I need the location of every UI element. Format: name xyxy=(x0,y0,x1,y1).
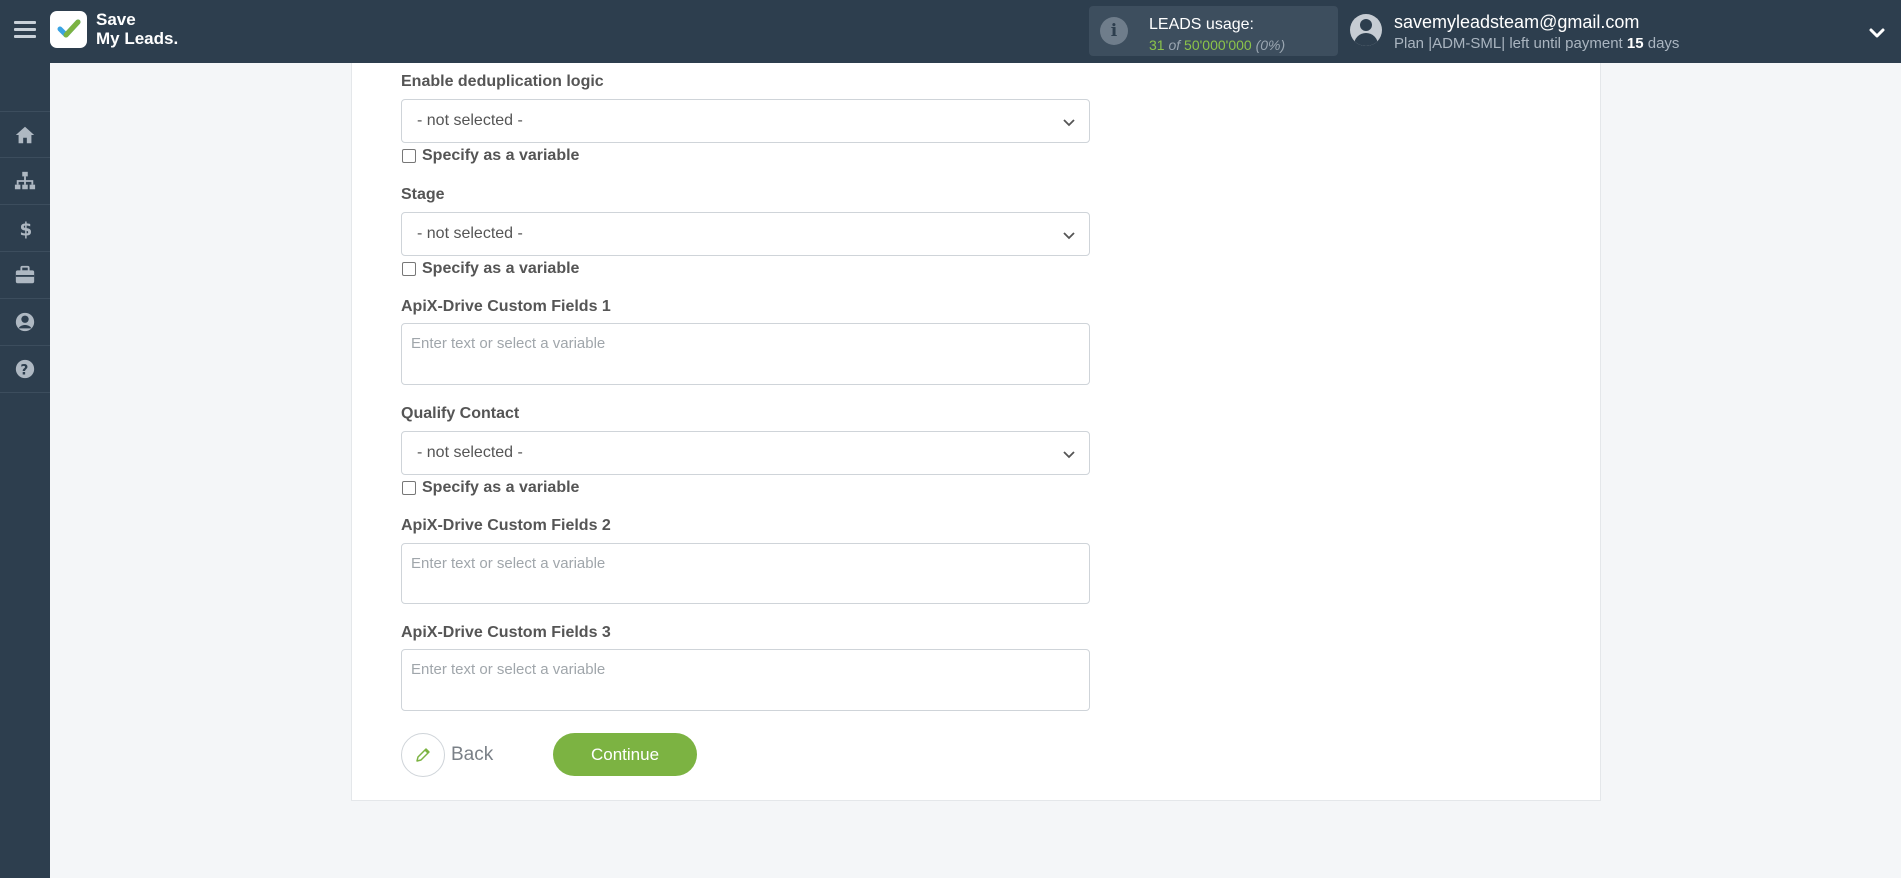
dedup-select-value: - not selected - xyxy=(417,112,523,129)
user-circle-icon xyxy=(15,312,35,332)
svg-text:$: $ xyxy=(20,219,33,239)
dedup-variable-checkbox[interactable]: Specify as a variable xyxy=(402,147,579,165)
briefcase-icon xyxy=(15,265,35,284)
custom-fields-1-placeholder: Enter text or select a variable xyxy=(411,335,606,352)
chevron-down-icon xyxy=(1063,119,1075,127)
checkbox-label: Specify as a variable xyxy=(422,147,580,164)
logo-check-icon xyxy=(50,10,87,48)
svg-text:?: ? xyxy=(20,363,28,379)
info-icon: i xyxy=(1100,17,1128,45)
chevron-down-icon xyxy=(1063,232,1075,240)
stage-label: Stage xyxy=(401,186,445,203)
continue-button[interactable]: Continue xyxy=(553,733,697,776)
custom-fields-2-placeholder: Enter text or select a variable xyxy=(411,555,606,572)
question-circle-icon: ? xyxy=(15,359,35,379)
custom-fields-1-label: ApiX-Drive Custom Fields 1 xyxy=(401,298,611,315)
stage-select[interactable]: - not selected - xyxy=(401,212,1090,256)
stage-variable-checkbox[interactable]: Specify as a variable xyxy=(402,260,579,278)
chevron-down-icon[interactable] xyxy=(1866,22,1888,44)
avatar-icon xyxy=(1350,14,1382,46)
stage-select-value: - not selected - xyxy=(417,225,523,242)
checkbox-label: Specify as a variable xyxy=(422,260,580,277)
leads-usage-panel: i LEADS usage: 31 of 50'000'000 (0%) xyxy=(1089,6,1338,56)
qualify-contact-select[interactable]: - not selected - xyxy=(401,431,1090,475)
sidebar-item-tools[interactable] xyxy=(0,252,50,299)
account-email: savemyleadsteam@gmail.com xyxy=(1394,12,1640,32)
hamburger-menu-icon[interactable] xyxy=(14,21,36,39)
sidebar-item-account[interactable] xyxy=(0,299,50,346)
dollar-icon: $ xyxy=(20,219,33,239)
checkbox-box[interactable] xyxy=(402,481,416,495)
custom-fields-3-placeholder: Enter text or select a variable xyxy=(411,661,606,678)
sitemap-icon xyxy=(14,171,36,190)
custom-fields-3-label: ApiX-Drive Custom Fields 3 xyxy=(401,624,611,641)
custom-fields-1-input[interactable]: Enter text or select a variable xyxy=(401,323,1090,385)
pencil-icon xyxy=(401,733,445,777)
usage-count: 31 of 50'000'000 (0%) xyxy=(1149,37,1286,53)
sidebar-item-help[interactable]: ? xyxy=(0,346,50,393)
logo-text: Save My Leads. xyxy=(96,10,179,48)
usage-title: LEADS usage: xyxy=(1149,16,1254,33)
qualify-contact-label: Qualify Contact xyxy=(401,405,520,422)
chevron-down-icon xyxy=(1063,451,1075,459)
sidebar-item-connections[interactable] xyxy=(0,158,50,205)
sidebar-item-home[interactable] xyxy=(0,111,50,158)
qualify-contact-select-value: - not selected - xyxy=(417,444,523,461)
checkbox-box[interactable] xyxy=(402,149,416,163)
home-icon xyxy=(15,126,35,143)
plan-info: Plan |ADM-SML| left until payment 15 day… xyxy=(1394,35,1680,52)
checkbox-label: Specify as a variable xyxy=(422,479,580,496)
sidebar: $ ? xyxy=(0,63,50,878)
dedup-label: Enable deduplication logic xyxy=(401,73,604,90)
custom-fields-2-label: ApiX-Drive Custom Fields 2 xyxy=(401,517,611,534)
custom-fields-2-input[interactable]: Enter text or select a variable xyxy=(401,543,1090,604)
qualify-variable-checkbox[interactable]: Specify as a variable xyxy=(402,479,579,497)
back-label: Back xyxy=(451,744,494,765)
top-bar: Save My Leads. i LEADS usage: 31 of 50'0… xyxy=(0,0,1901,63)
custom-fields-3-input[interactable]: Enter text or select a variable xyxy=(401,649,1090,711)
checkbox-box[interactable] xyxy=(402,262,416,276)
sidebar-item-billing[interactable]: $ xyxy=(0,205,50,252)
dedup-select[interactable]: - not selected - xyxy=(401,99,1090,143)
logo[interactable]: Save My Leads. xyxy=(50,10,178,48)
back-button[interactable]: Back xyxy=(401,733,493,777)
